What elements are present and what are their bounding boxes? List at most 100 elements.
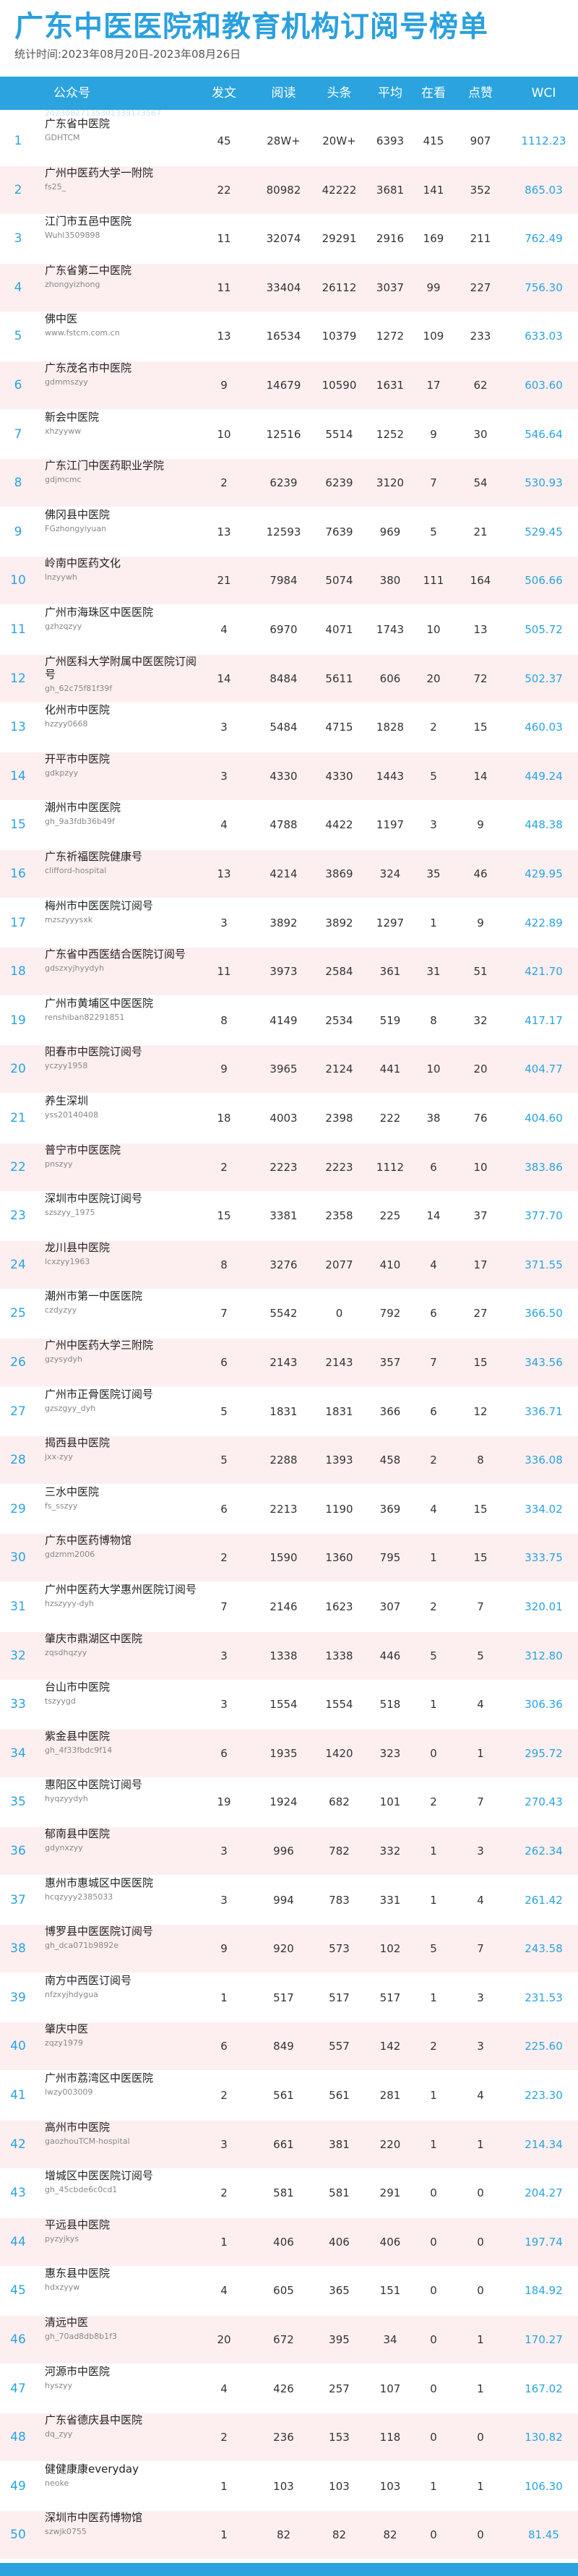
account-name: 清远中医 [45, 2316, 89, 2329]
headline-reads-cell: 4071 [325, 623, 353, 636]
rank-cell: 1 [14, 134, 22, 148]
average-reads-cell: 3681 [376, 183, 405, 197]
account-name: 平远县中医院 [45, 2217, 111, 2231]
watching-cell: 2 [430, 721, 437, 734]
reads-cell: 4149 [269, 1013, 298, 1027]
account-name: 广东中医药博物馆 [45, 1534, 132, 1547]
account-id: zqzy1979 [45, 2038, 84, 2048]
average-reads-cell: 361 [379, 965, 401, 979]
rank-cell: 37 [10, 1892, 26, 1907]
account-id: gh_dca071b9892e [45, 1941, 118, 1951]
average-reads-cell: 446 [379, 1649, 401, 1662]
headline-reads-cell: 42222 [322, 183, 357, 197]
column-header-wci: WCI [531, 86, 556, 100]
account-name: 岭南中医药文化 [45, 557, 121, 570]
table-row: 30 2 1590 1360 795 1 15 333.75 广东中医药博物馆 gdzmm2006 [0, 1534, 578, 1582]
account-name: 阳春市中医院订阅号 [45, 1045, 143, 1059]
average-reads-cell: 82 [383, 2528, 397, 2542]
watching-cell: 1 [430, 2137, 437, 2151]
watching-cell: 111 [423, 574, 444, 588]
reads-cell: 32074 [266, 232, 301, 246]
account-id: gzszgyy_dyh [45, 1403, 96, 1413]
account-id: mzszyyysxk [45, 914, 93, 924]
headline-reads-cell: 2223 [325, 1160, 353, 1174]
account-name: 南方中西医订阅号 [45, 1973, 132, 1987]
wci-cell: 270.43 [525, 1795, 563, 1809]
average-reads-cell: 107 [379, 2382, 401, 2395]
posts-cell: 3 [220, 1649, 228, 1662]
date-range: 统计时间:2023年08月20日-2023年08月26日 [14, 48, 241, 61]
account-id: gdkpzyy [45, 768, 79, 778]
headline-reads-cell: 365 [329, 2284, 350, 2298]
wci-cell: 383.86 [525, 1160, 563, 1174]
watching-cell: 7 [430, 1356, 437, 1369]
average-reads-cell: 142 [379, 2040, 401, 2053]
reads-cell: 2223 [269, 1160, 298, 1174]
watching-cell: 0 [430, 2431, 437, 2444]
posts-cell: 2 [220, 1160, 228, 1174]
likes-cell: 233 [470, 330, 491, 343]
posts-cell: 18 [217, 1112, 231, 1125]
average-reads-cell: 1272 [376, 330, 405, 343]
wci-cell: 506.66 [525, 574, 563, 588]
table-row: 20 9 3965 2124 441 10 20 404.77 阳春市中医院订阅号 yczyy19… [0, 1045, 578, 1094]
likes-cell: 7 [477, 1600, 484, 1613]
reads-cell: 82 [276, 2528, 291, 2542]
rank-cell: 50 [10, 2528, 26, 2543]
watching-cell: 0 [430, 2235, 437, 2249]
headline-reads-cell: 103 [329, 2479, 350, 2493]
headline-reads-cell: 5074 [325, 574, 353, 588]
page-header: 广东中医医院和教育机构订阅号榜单 统计时间:2023年08月20日-2023年0… [0, 0, 578, 61]
posts-cell: 4 [220, 2382, 228, 2395]
headline-reads-cell: 1338 [325, 1649, 353, 1662]
average-reads-cell: 441 [379, 1062, 401, 1076]
watching-cell: 0 [430, 2186, 437, 2200]
posts-cell: 1 [220, 2479, 228, 2493]
wci-cell: 312.80 [525, 1649, 563, 1662]
average-reads-cell: 34 [383, 2333, 397, 2346]
table-row: 22 2 2223 2223 1112 6 10 383.86 普宁市中医医院 pnszyy [0, 1143, 578, 1191]
page-title: 广东中医医院和教育机构订阅号榜单 [14, 10, 488, 43]
wci-cell: 546.64 [525, 427, 563, 441]
table-row: 10 21 7984 5074 380 111 164 506.66 岭南中医药文化 lnzyyw… [0, 557, 578, 605]
likes-cell: 1 [477, 2479, 484, 2493]
posts-cell: 2 [220, 2089, 228, 2102]
reads-cell: 12593 [266, 525, 301, 538]
likes-cell: 0 [477, 2431, 484, 2444]
wci-cell: 295.72 [525, 1746, 563, 1760]
average-reads-cell: 118 [379, 2431, 401, 2444]
posts-cell: 5 [220, 1454, 228, 1467]
headline-reads-cell: 1554 [325, 1698, 353, 1712]
posts-cell: 3 [220, 721, 228, 734]
posts-cell: 9 [220, 1062, 228, 1076]
account-cell: 高州市中医院 gaozhouTCM-hospital [45, 2121, 202, 2168]
average-reads-cell: 519 [379, 1013, 401, 1027]
likes-cell: 211 [470, 232, 491, 246]
column-header-average: 平均 [378, 86, 402, 100]
account-cell: 佛冈县中医院 FGzhongyiyuan [45, 508, 202, 556]
watching-cell: 35 [426, 867, 441, 880]
rank-cell: 24 [10, 1257, 26, 1272]
headline-reads-cell: 82 [332, 2528, 347, 2542]
average-reads-cell: 517 [379, 1991, 401, 2004]
rank-cell: 43 [10, 2186, 26, 2201]
watching-cell: 1 [430, 1991, 437, 2004]
posts-cell: 7 [220, 1600, 228, 1613]
column-header-reads: 阅读 [271, 86, 296, 100]
account-name: 惠阳区中医院订阅号 [45, 1778, 143, 1792]
watching-cell: 109 [423, 330, 444, 343]
headline-reads-cell: 3892 [325, 916, 353, 929]
watching-cell: 4 [430, 1502, 437, 1516]
posts-cell: 6 [220, 1356, 228, 1369]
account-id: Wuhl3509898 [45, 231, 100, 241]
watching-cell: 5 [430, 769, 437, 783]
account-id: hzzyy0668 [45, 719, 88, 729]
wci-cell: 460.03 [525, 721, 563, 734]
average-reads-cell: 332 [379, 1845, 401, 1858]
table-row: 39 1 517 517 517 1 3 231.53 南方中西医订阅号 nfzxyjhdygua [0, 1974, 578, 2022]
account-name: 广东茂名市中医院 [45, 361, 132, 374]
watching-cell: 10 [426, 623, 441, 636]
account-id: clifford-hospital [45, 866, 107, 875]
likes-cell: 15 [473, 1551, 488, 1565]
likes-cell: 0 [477, 2284, 484, 2298]
